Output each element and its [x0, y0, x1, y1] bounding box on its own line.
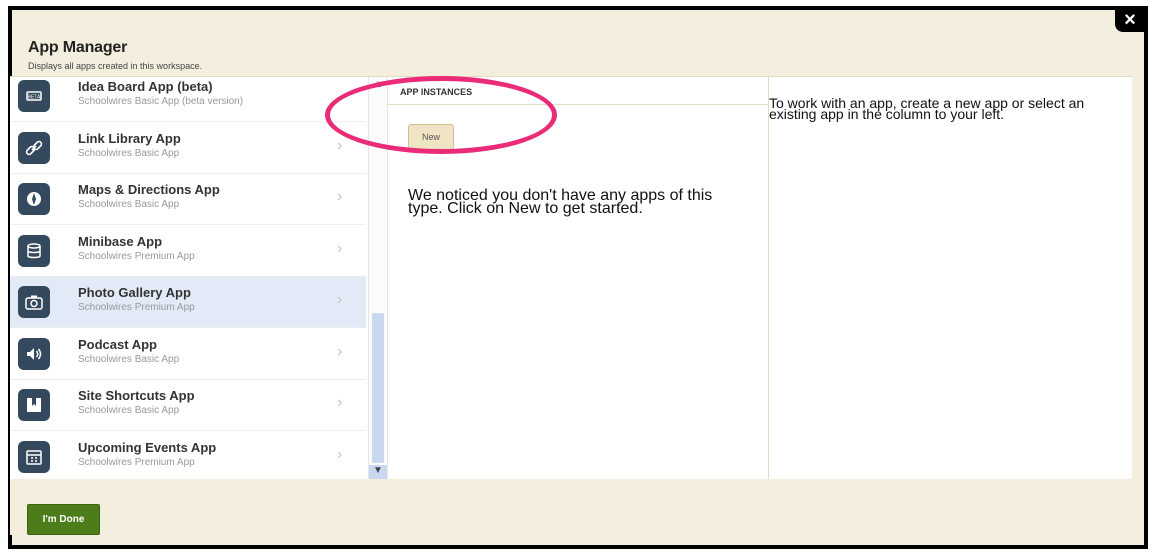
chevron-right-icon: › [337, 342, 343, 360]
app-type: Schoolwires Premium App [78, 456, 195, 468]
dialog-title: App Manager [28, 39, 128, 56]
app-name: Upcoming Events App [78, 439, 217, 455]
app-name: Minibase App [78, 233, 163, 249]
app-name: Maps & Directions App [78, 182, 220, 197]
done-button[interactable]: I'm Done [27, 504, 100, 535]
scroll-up-arrow-icon[interactable]: ▲ [369, 79, 387, 93]
app-list-item[interactable]: Site Shortcuts App Schoolwires Basic App › [10, 380, 366, 431]
app-type: Schoolwires Basic App [78, 147, 180, 159]
dialog-header: App Manager Displays all apps created in… [28, 39, 202, 71]
app-name: Idea Board App (beta) [78, 79, 213, 94]
app-type: Schoolwires Basic App [78, 199, 180, 210]
dialog-footer: I'm Done [10, 479, 1132, 535]
chevron-right-icon: › [337, 239, 343, 257]
app-list-item[interactable]: Link Library App Schoolwires Basic App › [10, 122, 366, 174]
app-list-item[interactable]: Upcoming Events App Schoolwires Premium A… [10, 431, 366, 480]
app-name: Link Library App [78, 130, 181, 146]
app-type: Schoolwires Basic App [78, 405, 180, 416]
app-list-item[interactable]: Photo Gallery App Schoolwires Premium App… [10, 277, 366, 328]
app-instances-header: APP INSTANCES [388, 77, 768, 105]
app-type: Schoolwires Premium App [78, 302, 195, 313]
app-instances-pane: APP INSTANCES New We noticed you don't h… [388, 77, 769, 480]
chevron-right-icon: › [337, 291, 343, 308]
app-type: Schoolwires Basic App (beta version) [78, 96, 244, 107]
chevron-right-icon: › [337, 136, 343, 154]
new-app-button[interactable]: New [408, 124, 454, 150]
scroll-thumb[interactable] [372, 313, 384, 463]
app-type: Schoolwires Premium App [78, 250, 195, 262]
app-type: Schoolwires Basic App [78, 353, 180, 365]
panes: BETA Idea Board App (beta) Schoolwires Bas… [10, 76, 1132, 480]
close-button[interactable]: × [1115, 8, 1145, 32]
chevron-right-icon: › [337, 188, 343, 205]
app-name: Site Shortcuts App [78, 388, 195, 403]
bookmark-icon [18, 389, 50, 421]
link-icon [18, 131, 50, 164]
chevron-right-icon: › [337, 394, 343, 411]
app-list-item[interactable]: BETA Idea Board App (beta) Schoolwires Bas… [10, 77, 366, 122]
app-list-item[interactable]: Podcast App Schoolwires Basic App › [10, 328, 366, 380]
info-text: To work with an app, create a new app or… [769, 95, 1085, 122]
speaker-icon [18, 337, 50, 370]
app-list-scrollbar[interactable]: ▲ ▼ [368, 77, 388, 480]
beta-icon: BETA [18, 80, 50, 112]
scroll-down-arrow-icon[interactable]: ▼ [369, 465, 387, 479]
database-icon [18, 234, 50, 267]
chevron-right-icon: › [337, 445, 343, 463]
app-name: Podcast App [78, 336, 157, 352]
app-list: BETA Idea Board App (beta) Schoolwires Bas… [10, 77, 366, 480]
app-name: Photo Gallery App [78, 285, 191, 300]
app-list-item[interactable]: Maps & Directions App Schoolwires Basic A… [10, 174, 366, 225]
dialog-subtitle: Displays all apps created in this worksp… [28, 61, 203, 71]
calendar-icon [18, 440, 50, 473]
empty-state-message: We noticed you don't have any apps of th… [408, 187, 713, 217]
app-list-item[interactable]: Minibase App Schoolwires Premium App › [10, 225, 366, 277]
info-pane: To work with an app, create a new app or… [769, 77, 1132, 480]
svg-text:BETA: BETA [28, 95, 41, 101]
camera-icon [18, 286, 50, 318]
compass-icon [18, 183, 50, 215]
